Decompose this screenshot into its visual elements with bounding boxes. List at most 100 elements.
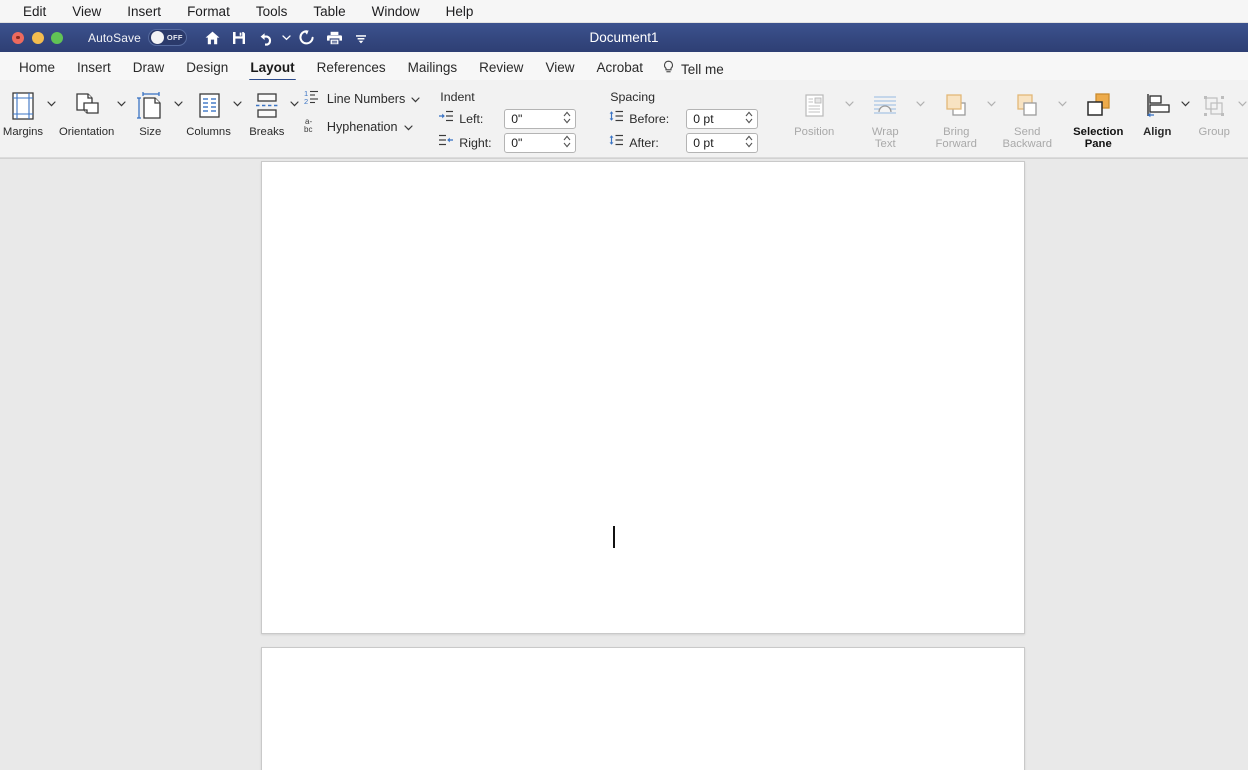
align-button[interactable]: Align <box>1134 84 1180 139</box>
position-chevron-down-icon[interactable] <box>843 84 855 124</box>
indent-right-icon <box>438 133 454 152</box>
wrap-text-label: Wrap Text <box>871 126 899 150</box>
menu-tools[interactable]: Tools <box>243 0 301 23</box>
wrap-text-icon <box>869 86 901 126</box>
tab-design[interactable]: Design <box>175 58 239 80</box>
menu-view[interactable]: View <box>59 0 114 23</box>
indent-left-spin-arrows[interactable] <box>563 111 571 124</box>
home-icon[interactable] <box>199 26 226 50</box>
page-2[interactable] <box>261 647 1025 770</box>
wrap-text-chevron-down-icon[interactable] <box>914 84 926 124</box>
tab-insert[interactable]: Insert <box>66 58 122 80</box>
bring-forward-icon <box>940 86 972 126</box>
spacing-group: Spacing Before: 0 pt After: 0 pt <box>580 84 762 156</box>
line-numbers-icon: 1 2 <box>303 88 321 111</box>
undo-dropdown-icon[interactable] <box>280 26 294 50</box>
indent-right-label: Right: <box>459 135 492 150</box>
send-backward-chevron-down-icon[interactable] <box>1056 84 1068 124</box>
margins-button[interactable]: Margins <box>0 84 46 139</box>
svg-text:bc: bc <box>304 125 312 134</box>
page-1[interactable] <box>261 161 1025 634</box>
indent-right-spin-arrows[interactable] <box>563 135 571 148</box>
minimize-button[interactable] <box>31 31 44 44</box>
indent-left-icon <box>438 109 454 128</box>
align-icon <box>1141 86 1173 126</box>
spacing-after-stepper[interactable] <box>686 132 759 153</box>
menu-insert[interactable]: Insert <box>114 0 174 23</box>
save-icon[interactable] <box>226 26 253 50</box>
orientation-icon <box>71 86 103 126</box>
print-icon[interactable] <box>321 26 348 50</box>
tab-review[interactable]: Review <box>468 58 534 80</box>
ribbon-group-page-setup: Margins Orientation Size Columns Breaks … <box>0 80 422 157</box>
margins-dropdown-chevron-down-icon[interactable] <box>45 84 57 124</box>
orientation-label: Orientation <box>59 126 115 138</box>
autosave-toggle[interactable]: OFF <box>147 29 187 46</box>
menu-edit[interactable]: Edit <box>10 0 59 23</box>
spacing-after-input[interactable] <box>687 135 742 150</box>
position-button[interactable]: Position <box>784 84 844 139</box>
autosave-knob <box>150 31 164 44</box>
size-button[interactable]: Size <box>127 84 173 139</box>
columns-icon <box>194 86 224 126</box>
line-numbers-button[interactable]: 1 2 Line Numbers <box>301 87 422 111</box>
spacing-before-stepper[interactable] <box>686 108 759 129</box>
menu-table[interactable]: Table <box>300 0 358 23</box>
tell-me-search[interactable]: Tell me <box>654 60 734 80</box>
position-label: Position <box>794 126 835 138</box>
breaks-button[interactable]: Breaks <box>244 84 290 139</box>
group-button[interactable]: Group <box>1191 84 1237 139</box>
maximize-button[interactable] <box>51 31 63 44</box>
spacing-after-icon <box>608 133 624 152</box>
menu-window[interactable]: Window <box>359 0 433 23</box>
customize-toolbar-icon[interactable] <box>348 26 375 50</box>
tab-view[interactable]: View <box>534 58 585 80</box>
group-chevron-down-icon[interactable] <box>1236 84 1248 124</box>
margins-label: Margins <box>2 126 44 138</box>
align-chevron-down-icon[interactable] <box>1179 84 1191 124</box>
orientation-button[interactable]: Orientation <box>57 84 116 139</box>
size-dropdown-chevron-down-icon[interactable] <box>172 84 184 124</box>
size-icon <box>135 86 165 126</box>
tab-home[interactable]: Home <box>8 58 66 80</box>
redo-icon[interactable] <box>294 26 321 50</box>
tab-acrobat[interactable]: Acrobat <box>585 58 654 80</box>
wrap-text-button[interactable]: Wrap Text <box>855 84 915 151</box>
tab-draw[interactable]: Draw <box>122 58 176 80</box>
columns-label: Columns <box>186 126 231 138</box>
indent-group-title: Indent <box>440 90 475 104</box>
hyphenation-chevron-down-icon[interactable] <box>403 118 413 136</box>
ribbon-tab-bar: Home Insert Draw Design Layout Reference… <box>0 52 1248 81</box>
indent-left-stepper[interactable] <box>504 108 577 129</box>
indent-left-input[interactable] <box>505 111 560 126</box>
send-backward-button[interactable]: Send Backward <box>997 84 1057 151</box>
close-button[interactable] <box>12 31 24 44</box>
spacing-before-spin-arrows[interactable] <box>745 111 753 124</box>
mac-menu-bar: Edit View Insert Format Tools Table Wind… <box>0 0 1248 23</box>
quick-access-toolbar: AutoSave OFF <box>88 26 375 50</box>
spacing-before-input[interactable] <box>687 111 742 126</box>
spacing-after-spin-arrows[interactable] <box>745 135 753 148</box>
columns-dropdown-chevron-down-icon[interactable] <box>232 84 244 124</box>
menu-format[interactable]: Format <box>174 0 243 23</box>
tab-references[interactable]: References <box>306 58 397 80</box>
columns-button[interactable]: Columns <box>184 84 233 139</box>
tab-layout[interactable]: Layout <box>239 58 305 81</box>
bring-forward-button[interactable]: Bring Forward <box>926 84 986 151</box>
line-numbers-chevron-down-icon[interactable] <box>411 90 420 108</box>
orientation-dropdown-chevron-down-icon[interactable] <box>115 84 127 124</box>
menu-help[interactable]: Help <box>433 0 487 23</box>
indent-right-input[interactable] <box>505 135 560 150</box>
indent-right-stepper[interactable] <box>504 132 577 153</box>
bring-forward-chevron-down-icon[interactable] <box>985 84 997 124</box>
selection-pane-button[interactable]: Selection Pane <box>1068 84 1128 151</box>
breaks-dropdown-chevron-down-icon[interactable] <box>289 84 301 124</box>
tab-mailings[interactable]: Mailings <box>397 58 469 80</box>
autosave-state-label: OFF <box>166 33 183 42</box>
undo-icon[interactable] <box>253 26 280 50</box>
send-backward-icon <box>1011 86 1043 126</box>
margins-icon <box>8 86 38 126</box>
spacing-after-label: After: <box>629 135 659 150</box>
document-canvas[interactable] <box>0 158 1248 770</box>
hyphenation-button[interactable]: a- bc Hyphenation <box>301 115 422 139</box>
